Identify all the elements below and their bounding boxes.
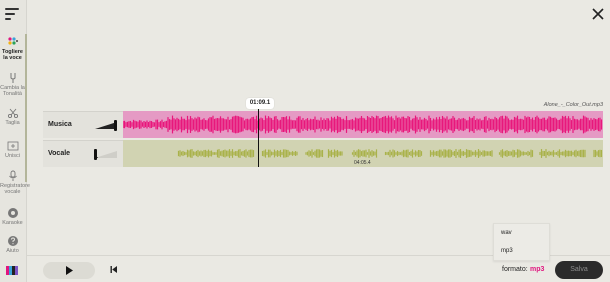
sidebar-item-join[interactable]: Unisci [0, 140, 25, 159]
sidebar-item-label: Unisci [5, 153, 20, 159]
app-switcher-icon[interactable] [6, 266, 18, 275]
play-icon [66, 266, 73, 275]
play-button[interactable] [43, 262, 95, 279]
help-icon [7, 236, 18, 246]
save-button[interactable]: Salva [555, 261, 603, 279]
skip-back-icon[interactable] [110, 265, 118, 274]
track-name: Musica [48, 121, 72, 128]
active-indicator [25, 34, 27, 182]
format-select[interactable]: mp3 [530, 266, 544, 273]
waveform-music[interactable] [122, 111, 603, 138]
sidebar-item-cut[interactable]: Taglia [0, 107, 25, 126]
sidebar: Togliere la voce Cambia la Tonalità Tagl… [0, 0, 30, 282]
microphone-icon [8, 170, 17, 181]
sidebar-item-karaoke[interactable]: Karaoke [0, 207, 25, 226]
track-control-vocal: Vocale [43, 140, 123, 167]
sidebar-item-label: Taglia [5, 120, 20, 126]
sidebar-item-label: Cambia la Tonalità [0, 85, 25, 97]
waveform-music-graphic [122, 115, 603, 134]
format-label: formato: [502, 266, 528, 273]
sidebar-item-vocal-remover[interactable]: Togliere la voce [0, 36, 25, 61]
file-name: Alone_-_Color_Out.mp3 [543, 102, 603, 108]
sidebar-item-pitch[interactable]: Cambia la Tonalità [0, 72, 25, 97]
volume-slider-vocal[interactable] [95, 151, 117, 158]
sidebar-item-label: Aiuto [6, 248, 19, 254]
close-icon[interactable] [591, 7, 605, 21]
sidebar-item-label: Registratore vocale [0, 183, 30, 195]
sidebar-item-label: Togliere la voce [2, 49, 23, 61]
volume-handle[interactable] [94, 149, 97, 160]
format-option-wav[interactable]: wav [501, 230, 512, 236]
playhead-time: 01:09.1 [246, 98, 274, 109]
track-name: Vocale [48, 150, 71, 157]
playhead[interactable] [258, 109, 259, 167]
volume-handle[interactable] [114, 120, 117, 131]
format-option-mp3[interactable]: mp3 [501, 248, 513, 254]
sidebar-item-help[interactable]: Aiuto [0, 235, 25, 254]
tuning-fork-icon [10, 73, 15, 83]
join-icon [7, 141, 18, 151]
menu-icon[interactable] [5, 8, 21, 22]
sidebar-item-recorder[interactable]: Registratore vocale [0, 170, 30, 195]
sidebar-item-label: Karaoke [2, 220, 23, 226]
karaoke-icon [7, 208, 18, 218]
duration-label: 04:05.4 [354, 160, 371, 166]
format-dropdown-menu: wav mp3 [493, 223, 550, 261]
track-control-music: Musica [43, 111, 123, 138]
vocal-remover-icon [7, 37, 18, 45]
scissors-icon [7, 108, 18, 119]
